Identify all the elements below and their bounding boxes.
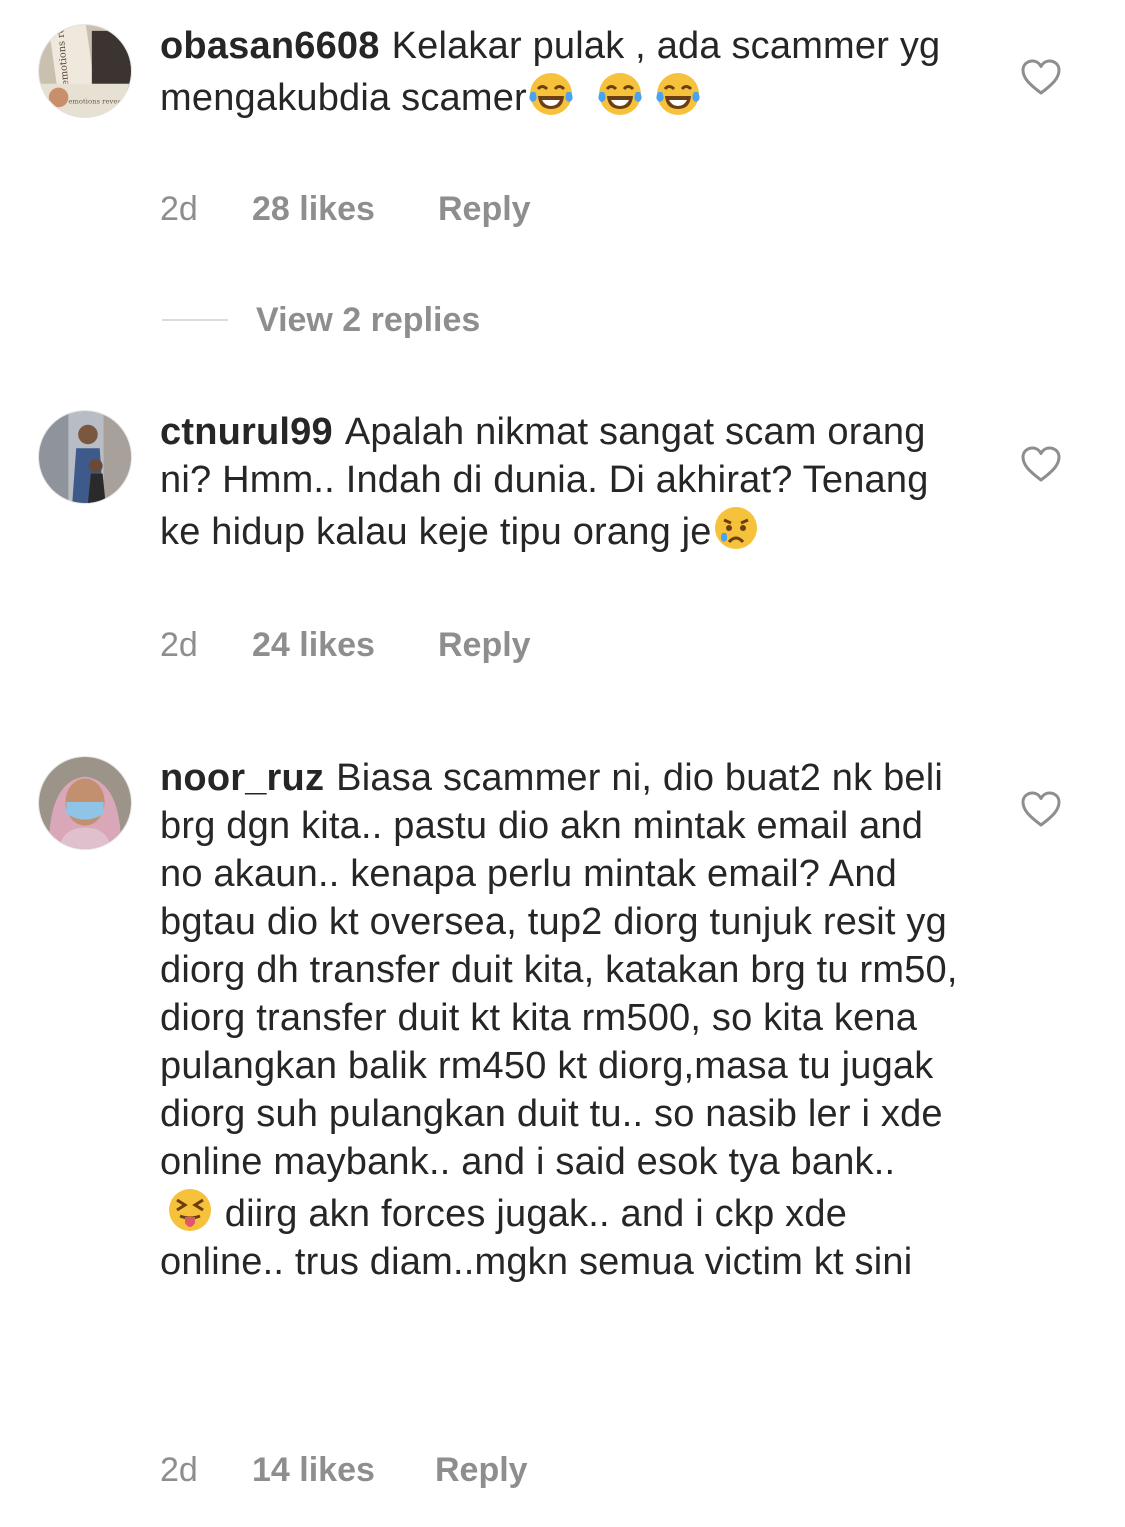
heart-outline-icon[interactable]	[1020, 58, 1062, 96]
comment-time: 2d	[160, 190, 198, 228]
comment-username[interactable]: ctnurul99	[160, 411, 333, 453]
comment-text: obasan6608 Kelakar pulak , ada scammer yg…	[160, 22, 960, 122]
replies-divider	[162, 319, 228, 321]
heart-outline-icon[interactable]	[1020, 445, 1062, 483]
face-with-tears-of-joy-icon	[596, 70, 644, 118]
reply-button[interactable]: Reply	[438, 190, 531, 229]
avatar-book-text-small: emotions revealed	[68, 97, 131, 105]
reply-button[interactable]: Reply	[438, 626, 531, 665]
comment-time: 2d	[160, 1451, 198, 1489]
squinting-face-with-tongue-icon	[166, 1186, 214, 1234]
comment-likes[interactable]: 28 likes	[252, 190, 438, 229]
comment-username[interactable]: noor_ruz	[160, 757, 324, 799]
view-replies-label: View 2 replies	[256, 300, 481, 339]
face-with-tears-of-joy-icon	[527, 70, 575, 118]
comment-body: Biasa scammer ni, dio buat2 nk beli brg …	[160, 757, 958, 1183]
comment-text: ctnurul99 Apalah nikmat sangat scam orang…	[160, 408, 960, 556]
face-with-tears-of-joy-icon	[654, 70, 702, 118]
reply-button[interactable]: Reply	[435, 1451, 528, 1490]
heart-outline-icon[interactable]	[1020, 790, 1062, 828]
view-replies-button[interactable]: View 2 replies	[162, 298, 480, 342]
comment-meta: 2d 28 likes Reply	[160, 190, 531, 229]
comment-likes[interactable]: 24 likes	[252, 626, 438, 665]
comment-meta: 2d 14 likes Reply	[160, 1451, 528, 1490]
comment-meta: 2d 24 likes Reply	[160, 626, 531, 665]
avatar[interactable]: emotions revealed emotions revealed	[38, 24, 132, 118]
comment-body-continued: diirg akn forces jugak.. and i ckp xde o…	[160, 1193, 913, 1283]
comment-time: 2d	[160, 626, 198, 664]
comment-text: noor_ruz Biasa scammer ni, dio buat2 nk b…	[160, 754, 960, 1286]
crying-face-icon	[712, 504, 760, 552]
comment-username[interactable]: obasan6608	[160, 25, 380, 67]
avatar[interactable]	[38, 756, 132, 850]
avatar[interactable]	[38, 410, 132, 504]
comment-likes[interactable]: 14 likes	[252, 1451, 435, 1490]
